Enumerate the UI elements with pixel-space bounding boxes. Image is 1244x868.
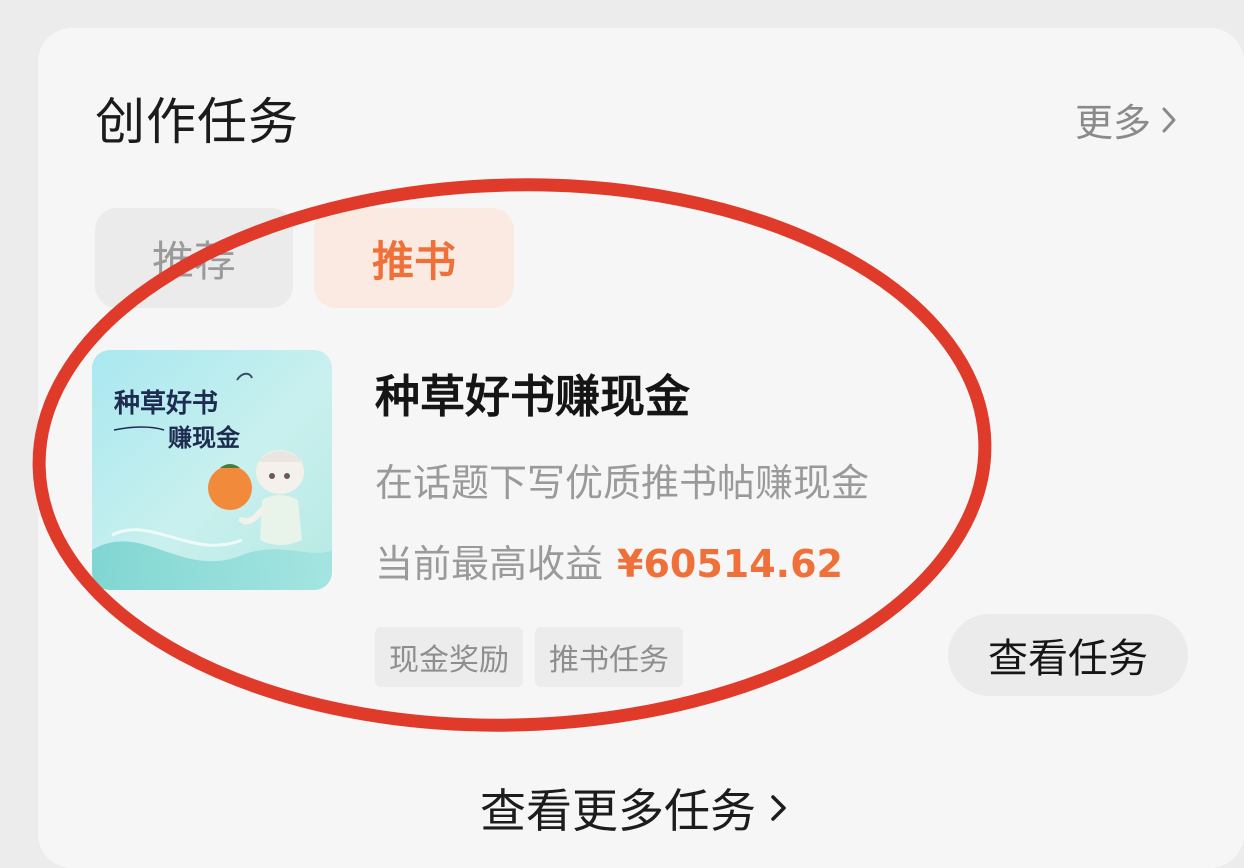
thumbnail-text-line2: 赚现金	[168, 423, 241, 452]
earnings-amount: ¥60514.62	[617, 542, 843, 586]
chevron-right-icon	[771, 795, 786, 821]
view-more-tasks-link[interactable]: 查看更多任务	[480, 775, 788, 841]
tab-book-recommend[interactable]: 推书	[314, 208, 514, 308]
earnings-row: 当前最高收益 ¥60514.62	[375, 533, 843, 588]
earnings-label: 当前最高收益	[375, 542, 604, 586]
more-label: 更多	[1075, 101, 1152, 145]
task-thumbnail[interactable]: 种草好书 赚现金	[92, 350, 332, 590]
tab-book-recommend-label: 推书	[371, 236, 456, 286]
thumbnail-illustration: 种草好书 赚现金	[92, 350, 332, 590]
tag-cash-reward: 现金奖励	[375, 627, 523, 687]
task-description: 在话题下写优质推书帖赚现金	[375, 461, 870, 505]
tab-recommend-label: 推荐	[151, 236, 236, 286]
chevron-right-icon	[1162, 107, 1176, 132]
view-more-tasks-label: 查看更多任务	[480, 784, 756, 838]
tab-recommend[interactable]: 推荐	[95, 208, 293, 308]
thumbnail-text-line1: 种草好书	[114, 389, 218, 419]
more-link[interactable]: 更多	[1075, 92, 1177, 147]
section-title: 创作任务	[95, 93, 299, 151]
view-task-button[interactable]: 查看任务	[948, 614, 1188, 696]
tag-book-task: 推书任务	[535, 627, 683, 687]
task-title[interactable]: 种草好书赚现金	[375, 360, 690, 425]
